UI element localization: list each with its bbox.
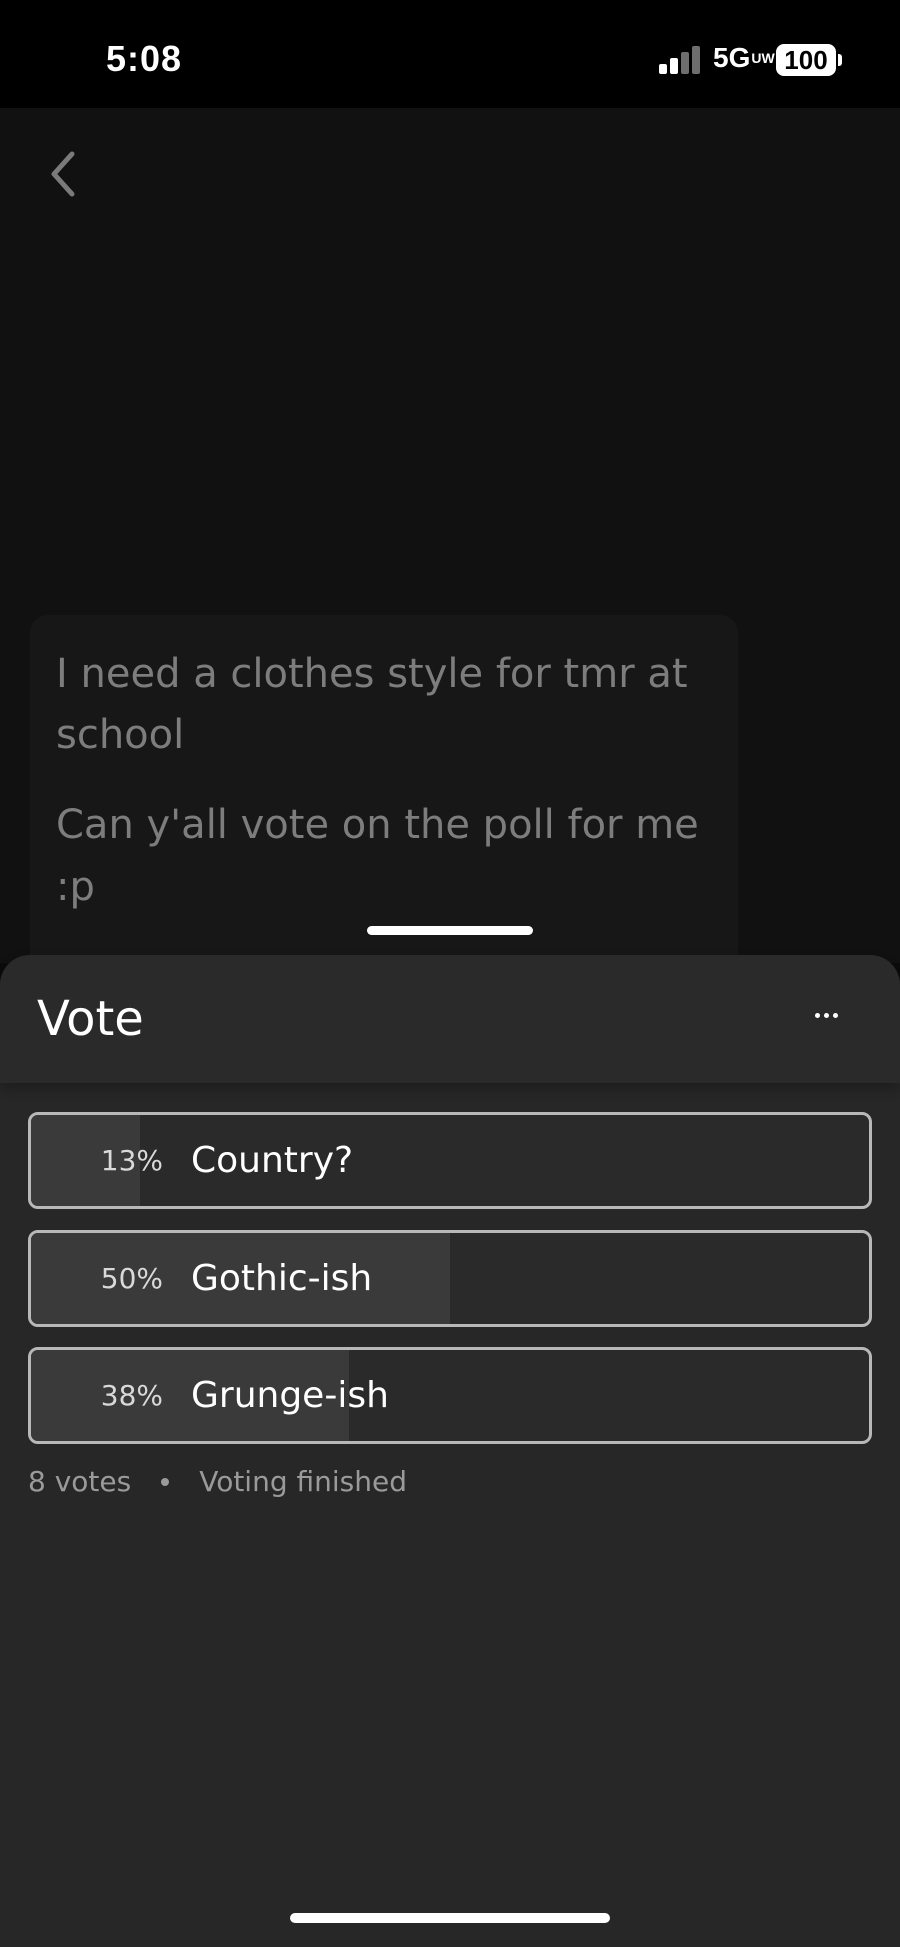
poll-option-percent: 13% xyxy=(100,1144,163,1177)
battery-icon: 100 xyxy=(776,44,836,76)
vote-count: 8 votes xyxy=(28,1465,132,1498)
poll-status: Voting finished xyxy=(199,1465,408,1498)
poll-option[interactable]: 50% Gothic-ish xyxy=(28,1230,872,1327)
poll-option-label: Country? xyxy=(191,1140,354,1181)
network-indicator: 5GUW xyxy=(713,42,775,73)
status-time: 5:08 xyxy=(106,38,183,79)
post-text-line: school xyxy=(56,712,185,758)
sheet-grabber[interactable] xyxy=(367,926,533,935)
post-text-line: :p xyxy=(56,864,95,910)
status-bar: 5:08 5GUW 100 xyxy=(0,0,900,108)
post-text-line: Can y'all vote on the poll for me xyxy=(56,802,699,848)
home-indicator[interactable] xyxy=(290,1913,610,1923)
poll-option-percent: 50% xyxy=(100,1262,163,1295)
vote-sheet: Vote xyxy=(0,955,900,1947)
poll-option-label: Gothic-ish xyxy=(191,1258,373,1299)
sheet-header: Vote xyxy=(0,955,900,1083)
poll-option[interactable]: 13% Country? xyxy=(28,1112,872,1209)
poll-option-percent: 38% xyxy=(100,1379,163,1412)
battery-tip xyxy=(838,54,842,66)
more-options-button[interactable] xyxy=(806,995,846,1035)
post-text-line: I need a clothes style for tmr at xyxy=(56,651,688,697)
poll-option[interactable]: 38% Grunge-ish xyxy=(28,1347,872,1444)
poll-option-label: Grunge-ish xyxy=(191,1375,389,1416)
chevron-left-icon xyxy=(51,151,75,197)
poll-footer: 8 votes Voting finished xyxy=(28,1465,407,1498)
back-button[interactable] xyxy=(40,142,90,202)
sheet-title: Vote xyxy=(37,991,144,1047)
separator-dot xyxy=(161,1477,170,1486)
signal-icon xyxy=(659,46,705,74)
more-horizontal-icon xyxy=(814,1012,820,1018)
